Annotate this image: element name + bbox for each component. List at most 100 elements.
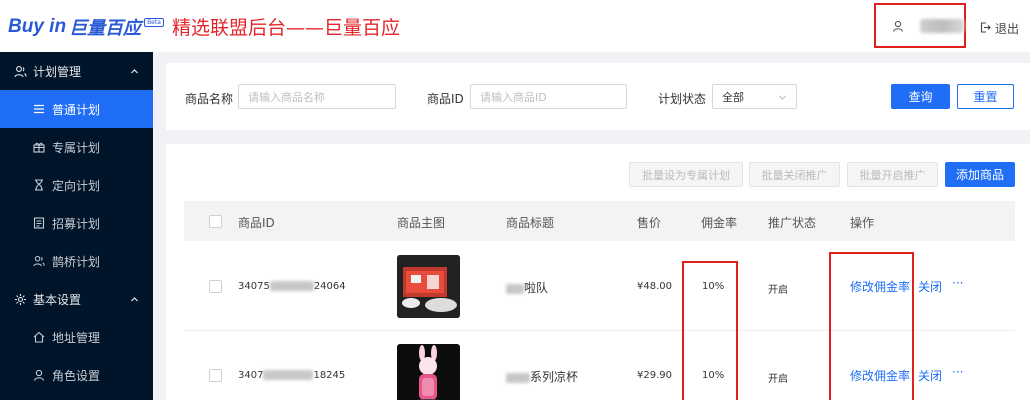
product-name-input[interactable]: 请输入商品名称 bbox=[238, 84, 396, 109]
commission-highlight-box bbox=[682, 261, 738, 400]
redacted-block bbox=[506, 283, 524, 294]
product-id-prefix: 34075 bbox=[238, 281, 270, 292]
product-id: 3407 18245 bbox=[238, 370, 345, 381]
product-id: 34075 24064 bbox=[238, 281, 346, 292]
beta-badge: Beta bbox=[144, 17, 164, 27]
more-actions-icon[interactable]: ··· bbox=[952, 365, 963, 379]
reset-button-label: 重置 bbox=[973, 90, 998, 104]
home-icon bbox=[32, 330, 46, 344]
batch-open-button[interactable]: 批量开启推广 bbox=[847, 162, 938, 187]
row-checkbox[interactable] bbox=[209, 369, 222, 382]
user-icon bbox=[32, 368, 46, 382]
sidebar-group-plan-management[interactable]: 计划管理 bbox=[0, 52, 153, 90]
sidebar: 计划管理 普通计划 专属计划 定向计划 招募计划 鹊桥计划 基本设置 地址管理 … bbox=[0, 52, 153, 400]
sidebar-item-label: 定向计划 bbox=[52, 178, 101, 193]
chevron-up-icon bbox=[130, 293, 139, 307]
promotion-status: 开启 bbox=[768, 285, 788, 296]
gear-icon bbox=[13, 292, 27, 306]
plan-status-label: 计划状态 bbox=[658, 92, 707, 106]
user-icon bbox=[892, 20, 904, 32]
column-header: 佣金率 bbox=[701, 216, 738, 230]
chevron-up-icon bbox=[130, 65, 139, 79]
top-header: Buy in 巨量百应 Beta 精选联盟后台——巨量百应 退出 bbox=[0, 0, 1030, 52]
sidebar-item-exclusive-plan[interactable]: 专属计划 bbox=[0, 128, 153, 166]
sidebar-item-normal-plan[interactable]: 普通计划 bbox=[0, 90, 153, 128]
column-header: 商品主图 bbox=[397, 216, 446, 230]
sidebar-item-label: 专属计划 bbox=[52, 140, 101, 155]
product-id-input[interactable]: 请输入商品ID bbox=[470, 84, 627, 109]
redacted-block bbox=[263, 370, 314, 380]
close-promotion-link[interactable]: 关闭 bbox=[918, 278, 942, 295]
logout-icon bbox=[980, 21, 995, 36]
product-name-label: 商品名称 bbox=[185, 92, 234, 106]
product-id-placeholder: 请输入商品ID bbox=[480, 90, 547, 104]
sidebar-group-label: 计划管理 bbox=[33, 64, 82, 79]
sidebar-item-role-settings[interactable]: 角色设置 bbox=[0, 356, 153, 394]
sidebar-item-label: 角色设置 bbox=[52, 368, 101, 383]
user-name-redacted bbox=[920, 18, 964, 33]
edit-commission-highlight-box bbox=[829, 252, 914, 400]
chevron-down-icon bbox=[778, 92, 787, 105]
redacted-block bbox=[269, 281, 314, 291]
sidebar-item-targeted-plan[interactable]: 定向计划 bbox=[0, 166, 153, 204]
price: ¥29.90 bbox=[637, 370, 672, 381]
batch-close-label: 批量关闭推广 bbox=[761, 168, 828, 182]
table-header: 商品ID 商品主图 商品标题 售价 佣金率 推广状态 操作 bbox=[184, 201, 1015, 241]
document-icon bbox=[32, 216, 46, 230]
sidebar-item-label: 鹊桥计划 bbox=[52, 254, 101, 269]
redacted-block bbox=[506, 372, 530, 383]
user-account-area[interactable] bbox=[874, 3, 966, 48]
query-button-label: 查询 bbox=[908, 90, 933, 104]
select-all-checkbox[interactable] bbox=[209, 215, 222, 228]
product-id-prefix: 3407 bbox=[238, 370, 264, 381]
filter-panel: 商品名称 请输入商品名称 商品ID 请输入商品ID 计划状态 全部 查询 重置 bbox=[166, 63, 1030, 130]
logout-label: 退出 bbox=[995, 22, 1020, 36]
column-header: 商品标题 bbox=[506, 216, 555, 230]
page-annotation-title: 精选联盟后台——巨量百应 bbox=[172, 17, 401, 39]
query-button[interactable]: 查询 bbox=[891, 84, 950, 109]
price: ¥48.00 bbox=[637, 281, 672, 292]
add-product-label: 添加商品 bbox=[955, 168, 1004, 182]
close-promotion-link[interactable]: 关闭 bbox=[918, 367, 942, 384]
column-header: 推广状态 bbox=[768, 216, 817, 230]
batch-exclusive-label: 批量设为专属计划 bbox=[642, 168, 730, 182]
logo-text-cn: 巨量百应 bbox=[69, 18, 142, 39]
gift-icon bbox=[32, 140, 46, 154]
promotion-status: 开启 bbox=[768, 374, 788, 385]
sidebar-group-basic-settings[interactable]: 基本设置 bbox=[0, 280, 153, 318]
product-title: 啦队 bbox=[506, 279, 548, 296]
batch-close-button[interactable]: 批量关闭推广 bbox=[749, 162, 840, 187]
plan-status-value: 全部 bbox=[722, 90, 744, 104]
product-id-label: 商品ID bbox=[427, 92, 464, 106]
product-title-suffix: 系列凉杯 bbox=[530, 370, 579, 384]
sidebar-item-label: 地址管理 bbox=[52, 330, 101, 345]
product-id-suffix: 18245 bbox=[313, 370, 346, 381]
more-actions-icon[interactable]: ··· bbox=[952, 276, 963, 290]
hourglass-icon bbox=[32, 178, 46, 192]
column-header: 售价 bbox=[637, 216, 662, 230]
batch-exclusive-button[interactable]: 批量设为专属计划 bbox=[629, 162, 743, 187]
row-checkbox[interactable] bbox=[209, 280, 222, 293]
reset-button[interactable]: 重置 bbox=[957, 84, 1014, 109]
sidebar-item-recruit-plan[interactable]: 招募计划 bbox=[0, 204, 153, 242]
app-logo[interactable]: Buy in 巨量百应 Beta bbox=[8, 14, 164, 40]
sidebar-item-address-management[interactable]: 地址管理 bbox=[0, 318, 153, 356]
users-icon bbox=[13, 64, 27, 78]
batch-open-label: 批量开启推广 bbox=[859, 168, 926, 182]
logout-button[interactable]: 退出 bbox=[980, 20, 1019, 37]
product-title: 系列凉杯 bbox=[506, 368, 578, 385]
menu-list-icon bbox=[32, 102, 46, 116]
add-product-button[interactable]: 添加商品 bbox=[945, 162, 1015, 187]
product-id-suffix: 24064 bbox=[313, 281, 346, 292]
sidebar-item-label: 招募计划 bbox=[52, 216, 101, 231]
sidebar-item-bridge-plan[interactable]: 鹊桥计划 bbox=[0, 242, 153, 280]
product-thumbnail[interactable] bbox=[397, 255, 460, 318]
plan-status-select[interactable]: 全部 bbox=[712, 84, 797, 109]
users-icon bbox=[32, 254, 46, 268]
sidebar-item-label: 普通计划 bbox=[52, 102, 101, 117]
column-header: 操作 bbox=[850, 216, 875, 230]
logo-text-en: Buy in bbox=[8, 16, 67, 37]
product-thumbnail[interactable] bbox=[397, 344, 460, 400]
column-header: 商品ID bbox=[238, 216, 275, 230]
product-title-suffix: 啦队 bbox=[524, 281, 549, 295]
